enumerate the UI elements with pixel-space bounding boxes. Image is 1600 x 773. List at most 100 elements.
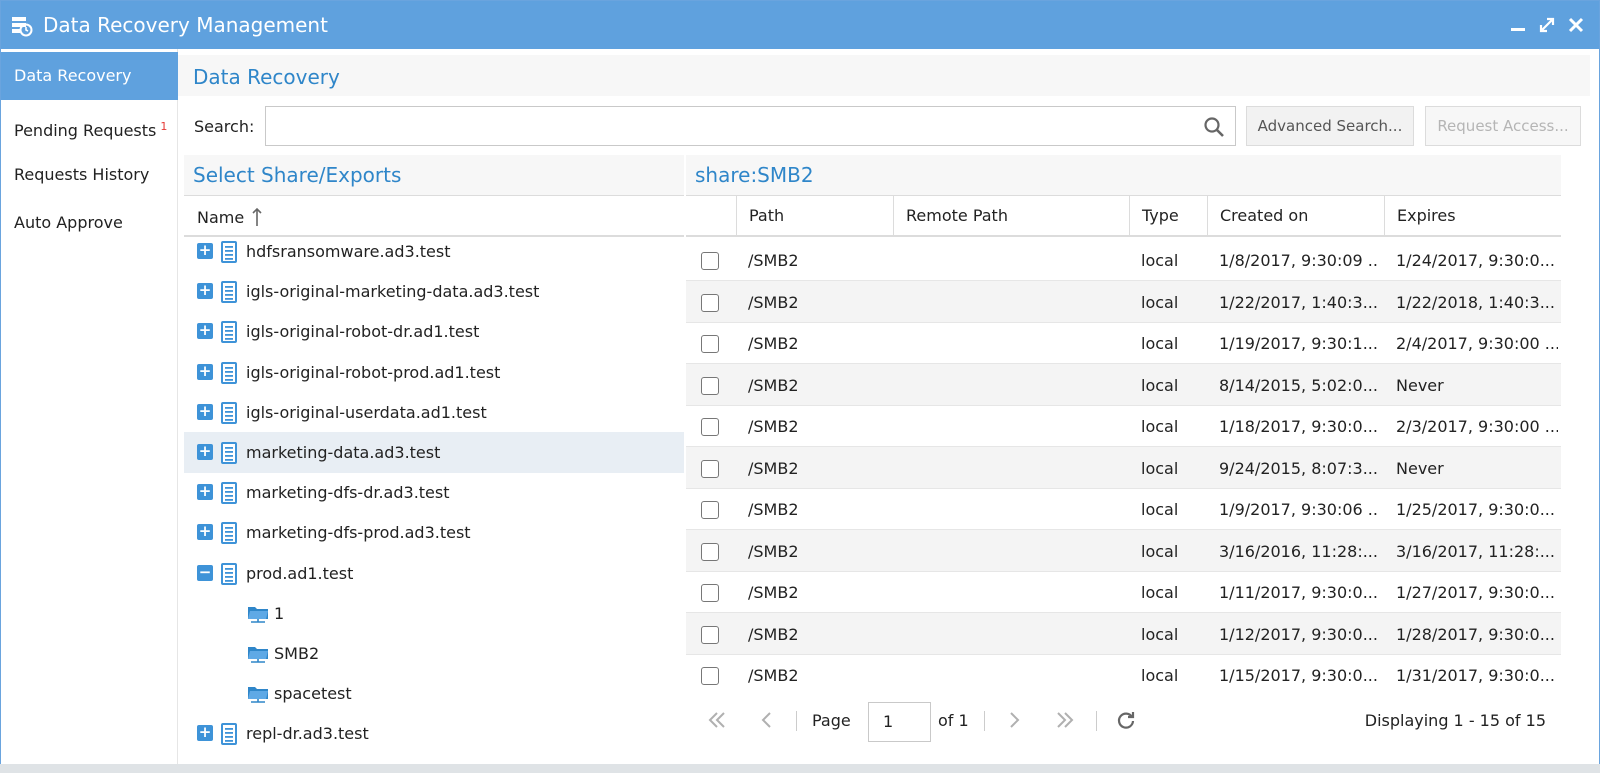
expand-icon[interactable]: + — [197, 725, 213, 742]
table-row[interactable]: /SMB2 local 1/19/2017, 9:30:1... 2/4/2017, … — [686, 322, 1561, 364]
expires-column-header[interactable]: Expires — [1384, 196, 1561, 236]
table-row[interactable]: /SMB2 local 1/11/2017, 9:30:0... 1/27/2017,… — [686, 571, 1561, 613]
tree-server-node[interactable]: + marketing-dfs-prod.ad3.test — [184, 512, 684, 553]
expand-icon[interactable]: + — [197, 243, 213, 259]
table-row[interactable]: /SMB2 local 1/18/2017, 9:30:0... 2/3/2017, … — [686, 405, 1561, 447]
table-row[interactable]: /SMB2 local 1/8/2017, 9:30:09 ... 1/24/2017… — [686, 239, 1561, 281]
advanced-search-button[interactable]: Advanced Search... — [1246, 106, 1414, 146]
maximize-icon[interactable] — [1537, 15, 1557, 35]
sidebar-item-data-recovery[interactable]: Data Recovery — [1, 52, 178, 100]
last-page-icon[interactable] — [1054, 709, 1076, 731]
row-checkbox[interactable] — [701, 667, 719, 685]
sort-ascending-icon[interactable] — [251, 207, 263, 227]
path-cell: /SMB2 — [748, 500, 799, 519]
tree-server-node[interactable]: + igls-original-robot-prod.ad1.test — [184, 352, 684, 393]
tree-server-node[interactable]: − prod.ad1.test — [184, 553, 684, 594]
close-icon[interactable] — [1566, 15, 1586, 35]
table-row[interactable]: /SMB2 local 1/9/2017, 9:30:06 ... 1/25/2017… — [686, 488, 1561, 530]
tree-server-node[interactable]: + hdfsransomware.ad3.test — [184, 239, 684, 272]
tree-node-label: repl-dr.ad3.test — [246, 724, 369, 744]
grid-column-header: Path Remote Path Type Created on Expires — [686, 195, 1561, 237]
row-checkbox[interactable] — [701, 293, 719, 312]
row-checkbox[interactable] — [701, 625, 719, 644]
tree-server-node[interactable]: + igls-original-userdata.ad1.test — [184, 392, 684, 433]
minimize-icon[interactable] — [1508, 15, 1528, 35]
search-input[interactable] — [274, 115, 1174, 139]
row-checkbox[interactable] — [701, 501, 719, 519]
first-page-icon[interactable] — [706, 709, 728, 731]
page-number-input[interactable]: 1 — [868, 702, 931, 742]
type-cell: local — [1141, 375, 1179, 395]
created-cell: 8/14/2015, 5:02:0... — [1219, 375, 1378, 395]
row-checkbox[interactable] — [701, 459, 719, 478]
expires-cell: 1/24/2017, 9:30:0... — [1396, 251, 1555, 270]
row-checkbox[interactable] — [701, 584, 719, 602]
sidebar-item-pending-requests[interactable]: Pending Requests 1 — [1, 103, 178, 151]
table-row[interactable]: /SMB2 local 8/14/2015, 5:02:0... Never — [686, 363, 1561, 406]
expand-icon[interactable]: + — [197, 323, 213, 340]
search-field[interactable] — [265, 106, 1236, 146]
expand-icon[interactable]: + — [197, 283, 213, 300]
tree-server-node[interactable]: + marketing-dfs-dr.ad3.test — [184, 472, 684, 513]
server-icon — [221, 401, 237, 424]
expand-icon[interactable]: + — [197, 524, 213, 541]
tree-server-node[interactable]: + igls-original-robot-dr.ad1.test — [184, 311, 684, 352]
table-row[interactable]: /SMB2 local 9/24/2015, 8:07:3... Never — [686, 446, 1561, 489]
name-column-header[interactable]: Name — [197, 208, 244, 227]
created-on-column-header[interactable]: Created on — [1207, 196, 1384, 236]
expires-cell: 2/3/2017, 9:30:00 ... — [1396, 417, 1558, 436]
created-cell: 1/18/2017, 9:30:0... — [1219, 417, 1378, 436]
type-cell: local — [1141, 458, 1179, 478]
tree-server-node[interactable]: + repl-dr.ad3.test — [184, 713, 684, 754]
pager-separator — [984, 711, 985, 731]
table-row[interactable]: /SMB2 local 1/12/2017, 9:30:0... 1/28/2017,… — [686, 612, 1561, 655]
row-checkbox[interactable] — [701, 335, 719, 353]
request-access-button[interactable]: Request Access... — [1425, 106, 1581, 146]
sidebar-item-requests-history[interactable]: Requests History — [1, 151, 178, 199]
path-cell: /SMB2 — [748, 624, 799, 644]
refresh-icon[interactable] — [1115, 709, 1137, 731]
table-row[interactable]: /SMB2 local 1/15/2017, 9:30:0... 1/31/2017,… — [686, 654, 1561, 692]
tree-server-node[interactable]: + igls-original-marketing-data.ad3.test — [184, 271, 684, 312]
remote-path-column-header[interactable]: Remote Path — [893, 196, 1129, 236]
expires-cell: 3/16/2017, 11:28:... — [1396, 541, 1555, 561]
next-page-icon[interactable] — [1003, 709, 1025, 731]
table-row[interactable]: /SMB2 local 3/16/2016, 11:28:... 3/16/2017,… — [686, 529, 1561, 572]
type-cell: local — [1141, 624, 1179, 644]
previous-page-icon[interactable] — [756, 709, 778, 731]
path-cell: /SMB2 — [748, 458, 799, 478]
sidebar-item-label: Auto Approve — [14, 213, 123, 232]
sidebar: Data Recovery Pending Requests 1 Requests… — [1, 49, 178, 764]
search-icon[interactable] — [1203, 116, 1225, 138]
row-checkbox[interactable] — [701, 418, 719, 436]
type-cell: local — [1141, 583, 1179, 602]
main-header: Data Recovery — [178, 55, 1590, 96]
network-folder-icon — [248, 606, 268, 623]
server-icon — [221, 482, 237, 505]
table-row[interactable]: /SMB2 local 1/22/2017, 1:40:3... 1/22/2018,… — [686, 280, 1561, 323]
row-checkbox[interactable] — [701, 376, 719, 395]
collapse-icon[interactable]: − — [197, 564, 213, 581]
share-tree-panel-header: Select Share/Exports — [184, 155, 684, 195]
server-icon — [221, 361, 237, 384]
tree-column-header[interactable]: Name — [184, 195, 684, 237]
path-column-header[interactable]: Path — [736, 196, 893, 236]
tree-share-node[interactable]: spacetest — [184, 673, 684, 714]
pager-separator — [1096, 711, 1097, 731]
sidebar-item-auto-approve[interactable]: Auto Approve — [1, 199, 178, 247]
type-column-header[interactable]: Type — [1129, 196, 1207, 236]
row-checkbox[interactable] — [701, 252, 719, 270]
tree-share-node[interactable]: SMB2 — [184, 633, 684, 674]
tree-server-node[interactable]: + marketing-data.ad3.test — [184, 432, 684, 473]
expand-icon[interactable]: + — [197, 363, 213, 380]
tree-share-node[interactable]: 1 — [184, 593, 684, 634]
displaying-count: Displaying 1 - 15 of 15 — [1364, 711, 1546, 730]
server-icon — [221, 442, 237, 464]
expand-icon[interactable]: + — [197, 403, 213, 420]
share-tree-title: Select Share/Exports — [193, 163, 402, 187]
tree-node-label: igls-original-robot-dr.ad1.test — [246, 322, 480, 342]
row-checkbox[interactable] — [701, 542, 719, 561]
expand-icon[interactable]: + — [197, 484, 213, 501]
share-grid-title: share:SMB2 — [695, 163, 814, 187]
expand-icon[interactable]: + — [197, 444, 213, 460]
